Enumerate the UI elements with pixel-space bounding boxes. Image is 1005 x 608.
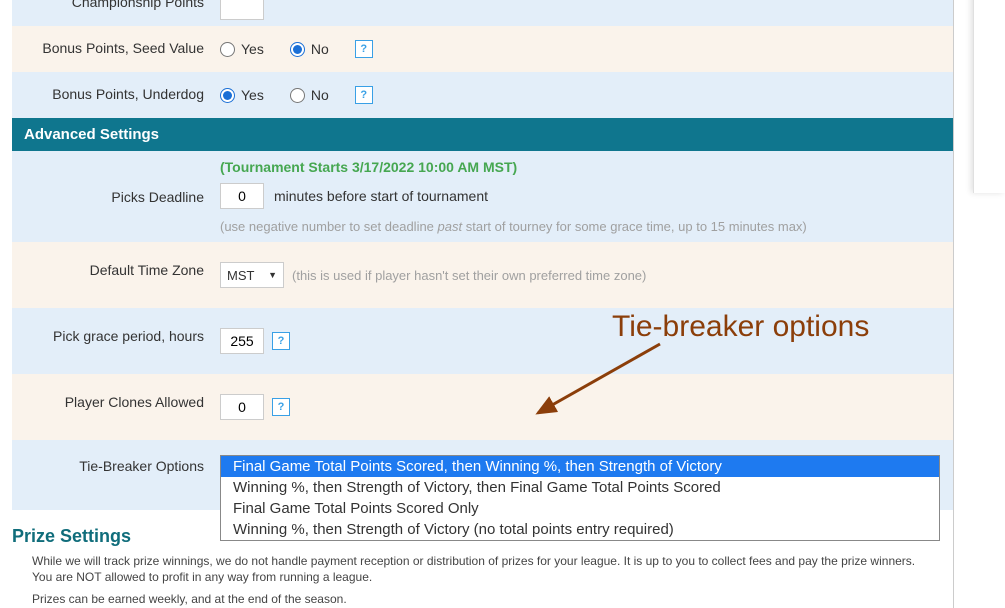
seed-no-radio[interactable] xyxy=(290,42,305,57)
help-icon[interactable]: ? xyxy=(272,398,290,416)
grace-label: Pick grace period, hours xyxy=(12,322,212,350)
picks-after-text: minutes before start of tournament xyxy=(274,188,488,204)
underdog-no-radio[interactable] xyxy=(290,88,305,103)
clones-label: Player Clones Allowed xyxy=(12,388,212,416)
seed-yes-radio[interactable] xyxy=(220,42,235,57)
underdog-yes-label: Yes xyxy=(241,87,264,103)
help-icon[interactable]: ? xyxy=(272,332,290,350)
championship-label: Championship Points xyxy=(12,0,212,16)
help-icon[interactable]: ? xyxy=(355,40,373,58)
timezone-select[interactable]: MST ▼ xyxy=(220,262,284,288)
tourney-start-note: (Tournament Starts 3/17/2022 10:00 AM MS… xyxy=(220,159,945,175)
tiebreak-option[interactable]: Winning %, then Strength of Victory (no … xyxy=(221,519,939,540)
tiebreak-dropdown: Final Game Total Points Scored, then Win… xyxy=(220,455,940,541)
help-icon[interactable]: ? xyxy=(355,86,373,104)
timezone-label: Default Time Zone xyxy=(12,256,212,284)
timezone-hint: (this is used if player hasn't set their… xyxy=(292,268,646,283)
seed-label: Bonus Points, Seed Value xyxy=(12,34,212,62)
underdog-yes-radio[interactable] xyxy=(220,88,235,103)
underdog-label: Bonus Points, Underdog xyxy=(12,80,212,108)
seed-yes-label: Yes xyxy=(241,41,264,57)
championship-input[interactable] xyxy=(220,0,264,20)
tiebreak-option[interactable]: Final Game Total Points Scored, then Win… xyxy=(221,456,939,477)
tiebreak-label: Tie-Breaker Options xyxy=(12,452,212,480)
tiebreak-option[interactable]: Winning %, then Strength of Victory, the… xyxy=(221,477,939,498)
timezone-value: MST xyxy=(227,268,254,283)
underdog-no-label: No xyxy=(311,87,329,103)
seed-no-label: No xyxy=(311,41,329,57)
clones-input[interactable] xyxy=(220,394,264,420)
prize-text-1: While we will track prize winnings, we d… xyxy=(32,553,933,585)
picks-hint: (use negative number to set deadline pas… xyxy=(220,219,945,234)
tiebreak-option[interactable]: Final Game Total Points Scored Only xyxy=(221,498,939,519)
prize-text-2: Prizes can be earned weekly, and at the … xyxy=(32,591,933,607)
advanced-settings-header: Advanced Settings xyxy=(12,118,953,151)
side-panel-fragment xyxy=(973,0,1005,193)
grace-input[interactable] xyxy=(220,328,264,354)
picks-deadline-input[interactable] xyxy=(220,183,264,209)
picks-deadline-label: Picks Deadline xyxy=(12,183,212,211)
chevron-down-icon: ▼ xyxy=(268,271,277,280)
